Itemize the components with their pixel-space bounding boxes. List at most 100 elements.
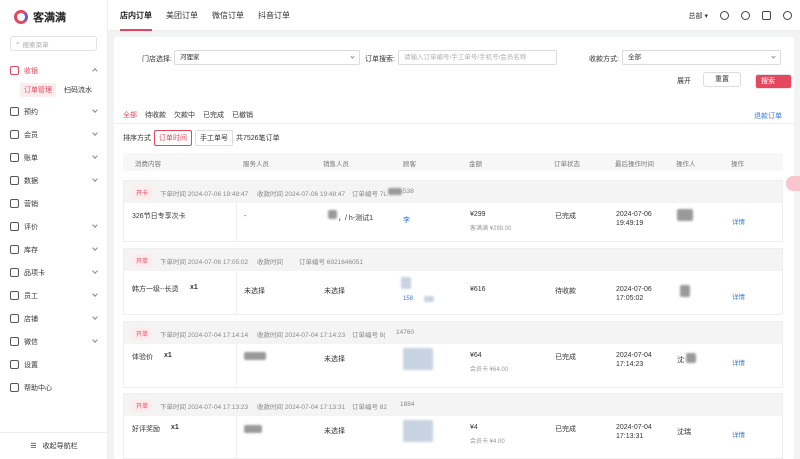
- status-tab-revoked[interactable]: 已撤销: [232, 110, 253, 124]
- last-op-time: 19:49:19: [616, 220, 644, 227]
- order-amount: ¥616: [470, 286, 486, 293]
- last-op-date: 2024-07-06: [616, 211, 652, 218]
- order-no-tail: 14760: [396, 329, 415, 336]
- sidebar-item-settings[interactable]: 设置: [0, 353, 107, 376]
- sidebar-item-wechat[interactable]: 微信: [0, 330, 107, 353]
- col-operator: 操作人: [676, 161, 696, 168]
- user-icon[interactable]: [783, 11, 792, 20]
- sidebar-item-card[interactable]: 品项卡: [0, 261, 107, 284]
- pay-method-select[interactable]: 全部: [622, 50, 781, 65]
- redacted-block: [244, 425, 262, 433]
- sidebar-item-staff[interactable]: 员工: [0, 284, 107, 307]
- store-select-label: 门店选择:: [142, 56, 172, 63]
- download-icon[interactable]: [762, 11, 771, 20]
- sidebar-item-member[interactable]: 会员: [0, 123, 107, 146]
- tab-douyin-orders[interactable]: 抖音订单: [258, 0, 290, 31]
- app-logo[interactable]: 客满满: [0, 0, 107, 34]
- order-status: 已完成: [555, 426, 576, 433]
- search-button[interactable]: 搜索: [755, 74, 792, 89]
- tab-wechat-orders[interactable]: 微信订单: [212, 0, 244, 31]
- sidebar-item-store[interactable]: 店铺: [0, 307, 107, 330]
- last-op-date: 2024-07-06: [616, 286, 652, 293]
- sidebar-item-review[interactable]: 评价: [0, 215, 107, 238]
- member-icon: [10, 130, 19, 139]
- top-right-actions: 总部 ▾: [689, 0, 792, 31]
- reset-button[interactable]: 重置: [703, 72, 741, 87]
- chevron-down-icon: [92, 107, 98, 113]
- order-status: 已完成: [555, 213, 576, 220]
- collapse-icon: ☰: [30, 443, 37, 450]
- account-switcher[interactable]: 总部 ▾: [689, 11, 708, 21]
- sidebar-item-label: 账单: [24, 154, 38, 162]
- chevron-down-icon: [771, 54, 776, 59]
- sidebar-item-help[interactable]: 帮助中心: [0, 376, 107, 399]
- detail-link[interactable]: 详情: [732, 357, 745, 367]
- order-amount: ¥4: [470, 424, 478, 431]
- order-card: 开单 下单时间 2024-07-04 17:13:23 收款时间 2024-07…: [123, 393, 783, 459]
- sidebar-item-label: 帮助中心: [24, 384, 52, 392]
- subnav-scan-flow[interactable]: 扫码流水: [60, 83, 96, 97]
- app-name: 客满满: [33, 12, 66, 24]
- marketing-icon: [10, 199, 19, 208]
- power-icon[interactable]: [741, 11, 750, 20]
- order-status: 待收款: [555, 288, 576, 295]
- cashier-subnav: 订单管理 扫码流水: [0, 82, 107, 100]
- orders-panel: 门店选择: 河狸家 订单搜索: 请输入订单编号/手工单号/手机号/会员名称 收款…: [114, 37, 794, 459]
- sort-by-time-button[interactable]: 订单时间: [154, 130, 192, 146]
- sidebar-item-appointment[interactable]: 预约: [0, 100, 107, 123]
- status-tab-all[interactable]: 全部: [123, 110, 137, 124]
- chevron-down-icon: [92, 245, 98, 251]
- redacted-block: [328, 210, 337, 219]
- store-select[interactable]: 河狸家: [174, 50, 360, 65]
- subnav-order-management[interactable]: 订单管理: [20, 82, 56, 97]
- tab-store-orders[interactable]: 店内订单: [120, 0, 152, 31]
- status-tab-pending[interactable]: 待收款: [145, 110, 166, 124]
- detail-link[interactable]: 详情: [732, 429, 745, 439]
- order-customer[interactable]: 158: [403, 296, 413, 302]
- order-search-input[interactable]: 请输入订单编号/手工单号/手机号/会员名称: [398, 50, 557, 65]
- help-icon: [10, 383, 19, 392]
- redacted-block: [244, 352, 266, 360]
- pay-time: 收款时间 2024-07-04 17:13:31: [257, 404, 346, 411]
- last-op-time: 17:05:02: [616, 295, 644, 302]
- sidebar-item-inventory[interactable]: 库存: [0, 238, 107, 261]
- status-tab-completed[interactable]: 已完成: [203, 110, 224, 124]
- wechat-icon: [10, 337, 19, 346]
- detail-link[interactable]: 详情: [732, 291, 745, 301]
- sidebar-item-marketing[interactable]: 营销: [0, 192, 107, 215]
- bell-icon[interactable]: [720, 11, 729, 20]
- refund-orders-link[interactable]: 退款订单: [754, 111, 782, 121]
- status-tab-arrears[interactable]: 欠款中: [174, 110, 195, 124]
- order-no: 订单编号 6921646051: [299, 259, 363, 266]
- sort-label: 排序方式: [123, 135, 151, 142]
- sidebar-item-cashier[interactable]: 收银: [0, 59, 107, 82]
- last-op-date: 2024-07-04: [616, 352, 652, 359]
- table-header: 消费内容 服务人员 销售人员 顾客 金额 订单状态 最后操作时间 操作人 操作: [123, 153, 783, 171]
- detail-link[interactable]: 详情: [732, 216, 745, 226]
- expand-link[interactable]: 展开: [677, 76, 691, 86]
- redacted-block: [686, 353, 696, 363]
- pay-method-value: 全部: [628, 54, 641, 61]
- float-service-button[interactable]: [786, 176, 800, 191]
- order-customer[interactable]: 李: [403, 215, 410, 225]
- collapse-nav-button[interactable]: ☰ 收起导航栏: [0, 432, 108, 459]
- order-time: 下单时间 2024-07-04 17:13:23: [160, 404, 249, 411]
- chevron-down-icon: [92, 153, 98, 159]
- tab-meituan-orders[interactable]: 美团订单: [166, 0, 198, 31]
- sidebar-item-label: 设置: [24, 361, 38, 369]
- redacted-block: [401, 277, 411, 289]
- redacted-block: [424, 296, 434, 302]
- divider: [236, 203, 237, 241]
- sidebar-item-bill[interactable]: 账单: [0, 146, 107, 169]
- chevron-down-icon: [92, 130, 98, 136]
- order-content: 326节日专享次卡: [132, 213, 186, 220]
- menu-search-input[interactable]: ⌕ 搜索菜单: [10, 36, 97, 51]
- order-tag: 开单: [132, 399, 153, 412]
- sort-by-manual-button[interactable]: 手工单号: [195, 130, 233, 146]
- sidebar-item-data[interactable]: 数据: [0, 169, 107, 192]
- order-amount: ¥64: [470, 352, 482, 359]
- account-name: 总部: [688, 12, 703, 20]
- review-icon: [10, 222, 19, 231]
- sidebar-item-label: 库存: [24, 246, 38, 254]
- order-time: 下单时间 2024-07-06 19:48:47: [160, 191, 249, 198]
